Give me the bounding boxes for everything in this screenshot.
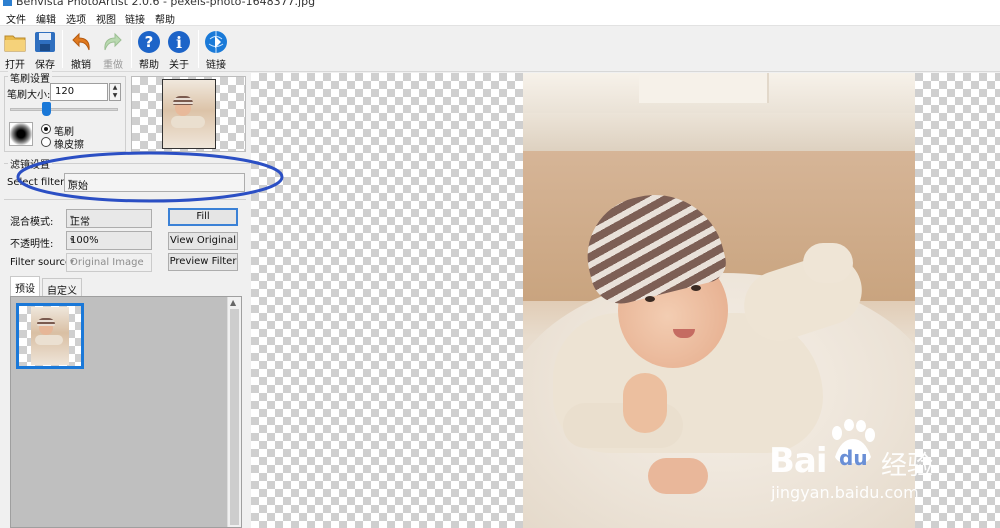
filter-source-select[interactable]: Original Image ▾ <box>66 253 152 272</box>
spinner-arrows-icon[interactable]: ▲ ▼ <box>109 83 121 101</box>
radio-brush[interactable] <box>41 124 51 134</box>
svg-text:?: ? <box>145 33 154 51</box>
help-icon: ? <box>137 30 161 54</box>
menu-bar: 文件 编辑 选项 视图 链接 帮助 <box>0 8 1000 26</box>
open-button[interactable]: 打开 <box>0 28 30 71</box>
title-bar: Benvista PhotoArtist 2.0.6 - pexels-phot… <box>0 0 1000 8</box>
redo-icon <box>101 30 125 54</box>
filter-source-label: Filter source: <box>10 257 75 268</box>
divider <box>4 199 246 200</box>
image-canvas[interactable]: Bai du 经验 jingyan.baidu.com <box>251 73 1000 528</box>
menu-link[interactable]: 链接 <box>125 11 145 26</box>
save-button[interactable]: 保存 <box>30 28 60 71</box>
chevron-down-icon: ▾ <box>68 177 73 186</box>
radio-eraser-label[interactable]: 橡皮擦 <box>54 136 84 151</box>
brush-size-label: 笔刷大小: <box>7 90 51 101</box>
watermark-brand: Bai <box>769 441 828 481</box>
app-icon <box>3 0 12 6</box>
menu-options[interactable]: 选项 <box>66 11 86 26</box>
menu-file[interactable]: 文件 <box>6 11 26 26</box>
brush-preview-icon <box>9 122 33 146</box>
link-button[interactable]: 链接 <box>201 28 231 71</box>
undo-button[interactable]: 撤销 <box>66 28 96 71</box>
watermark-suffix: 经验 <box>881 451 934 481</box>
about-button[interactable]: i 关于 <box>164 28 194 71</box>
fill-button[interactable]: Fill <box>168 208 238 226</box>
tab-custom[interactable]: 自定义 <box>42 278 82 297</box>
undo-icon <box>69 30 93 54</box>
svg-text:i: i <box>176 33 182 52</box>
scroll-thumb[interactable] <box>230 309 239 525</box>
menu-edit[interactable]: 编辑 <box>36 11 56 26</box>
redo-button[interactable]: 重做 <box>98 28 128 71</box>
floppy-icon <box>33 30 57 54</box>
brush-group-title: 笔刷设置 <box>8 70 52 85</box>
brush-size-slider-track[interactable] <box>10 108 118 111</box>
blend-mode-select[interactable]: 正常 ▾ <box>66 209 152 228</box>
watermark-paw-text: du <box>839 446 868 470</box>
opacity-select[interactable]: 100% ▾ <box>66 231 152 250</box>
filter-select[interactable]: 原始 ▾ <box>64 173 245 192</box>
opacity-label: 不透明性: <box>10 239 54 250</box>
watermark-url: jingyan.baidu.com <box>771 483 919 502</box>
select-filter-label: Select filter: <box>7 177 68 188</box>
left-panel: 笔刷设置 笔刷大小: 120 ▲ ▼ 笔刷 橡皮擦 滤镜设置 Select fil… <box>0 70 250 528</box>
blend-mode-label: 混合模式: <box>10 217 54 228</box>
preset-scrollbar[interactable]: ▲ <box>227 297 241 527</box>
radio-eraser[interactable] <box>41 137 51 147</box>
view-original-button[interactable]: View Original <box>168 232 238 250</box>
folder-icon <box>3 30 27 54</box>
preview-filter-button[interactable]: Preview Filter <box>168 253 238 271</box>
chevron-down-icon: ▾ <box>70 213 75 222</box>
help-button[interactable]: ? 帮助 <box>134 28 164 71</box>
navigator-preview[interactable] <box>131 76 246 152</box>
menu-help[interactable]: 帮助 <box>155 11 175 26</box>
chevron-down-icon: ▾ <box>70 235 75 244</box>
scroll-up-icon[interactable]: ▲ <box>230 298 236 307</box>
menu-view[interactable]: 视图 <box>96 11 116 26</box>
brush-size-slider-thumb[interactable] <box>42 102 51 116</box>
tab-presets[interactable]: 预设 <box>10 276 40 296</box>
globe-icon <box>204 30 228 54</box>
info-icon: i <box>167 30 191 54</box>
brush-size-spinner[interactable]: 120 ▲ ▼ <box>50 83 121 101</box>
preset-thumbnail-selected[interactable] <box>16 303 84 369</box>
preset-tabs: 预设 自定义 <box>10 276 240 297</box>
chevron-down-icon: ▾ <box>70 257 75 266</box>
window-title: Benvista PhotoArtist 2.0.6 - pexels-phot… <box>16 0 316 8</box>
toolbar: 打开 保存 撤销 重做 ? 帮助 i 关于 链接 <box>0 26 1000 72</box>
navigator-viewport[interactable] <box>162 79 216 149</box>
preset-list: ▲ <box>10 296 242 528</box>
filter-group-title: 滤镜设置 <box>8 156 52 171</box>
